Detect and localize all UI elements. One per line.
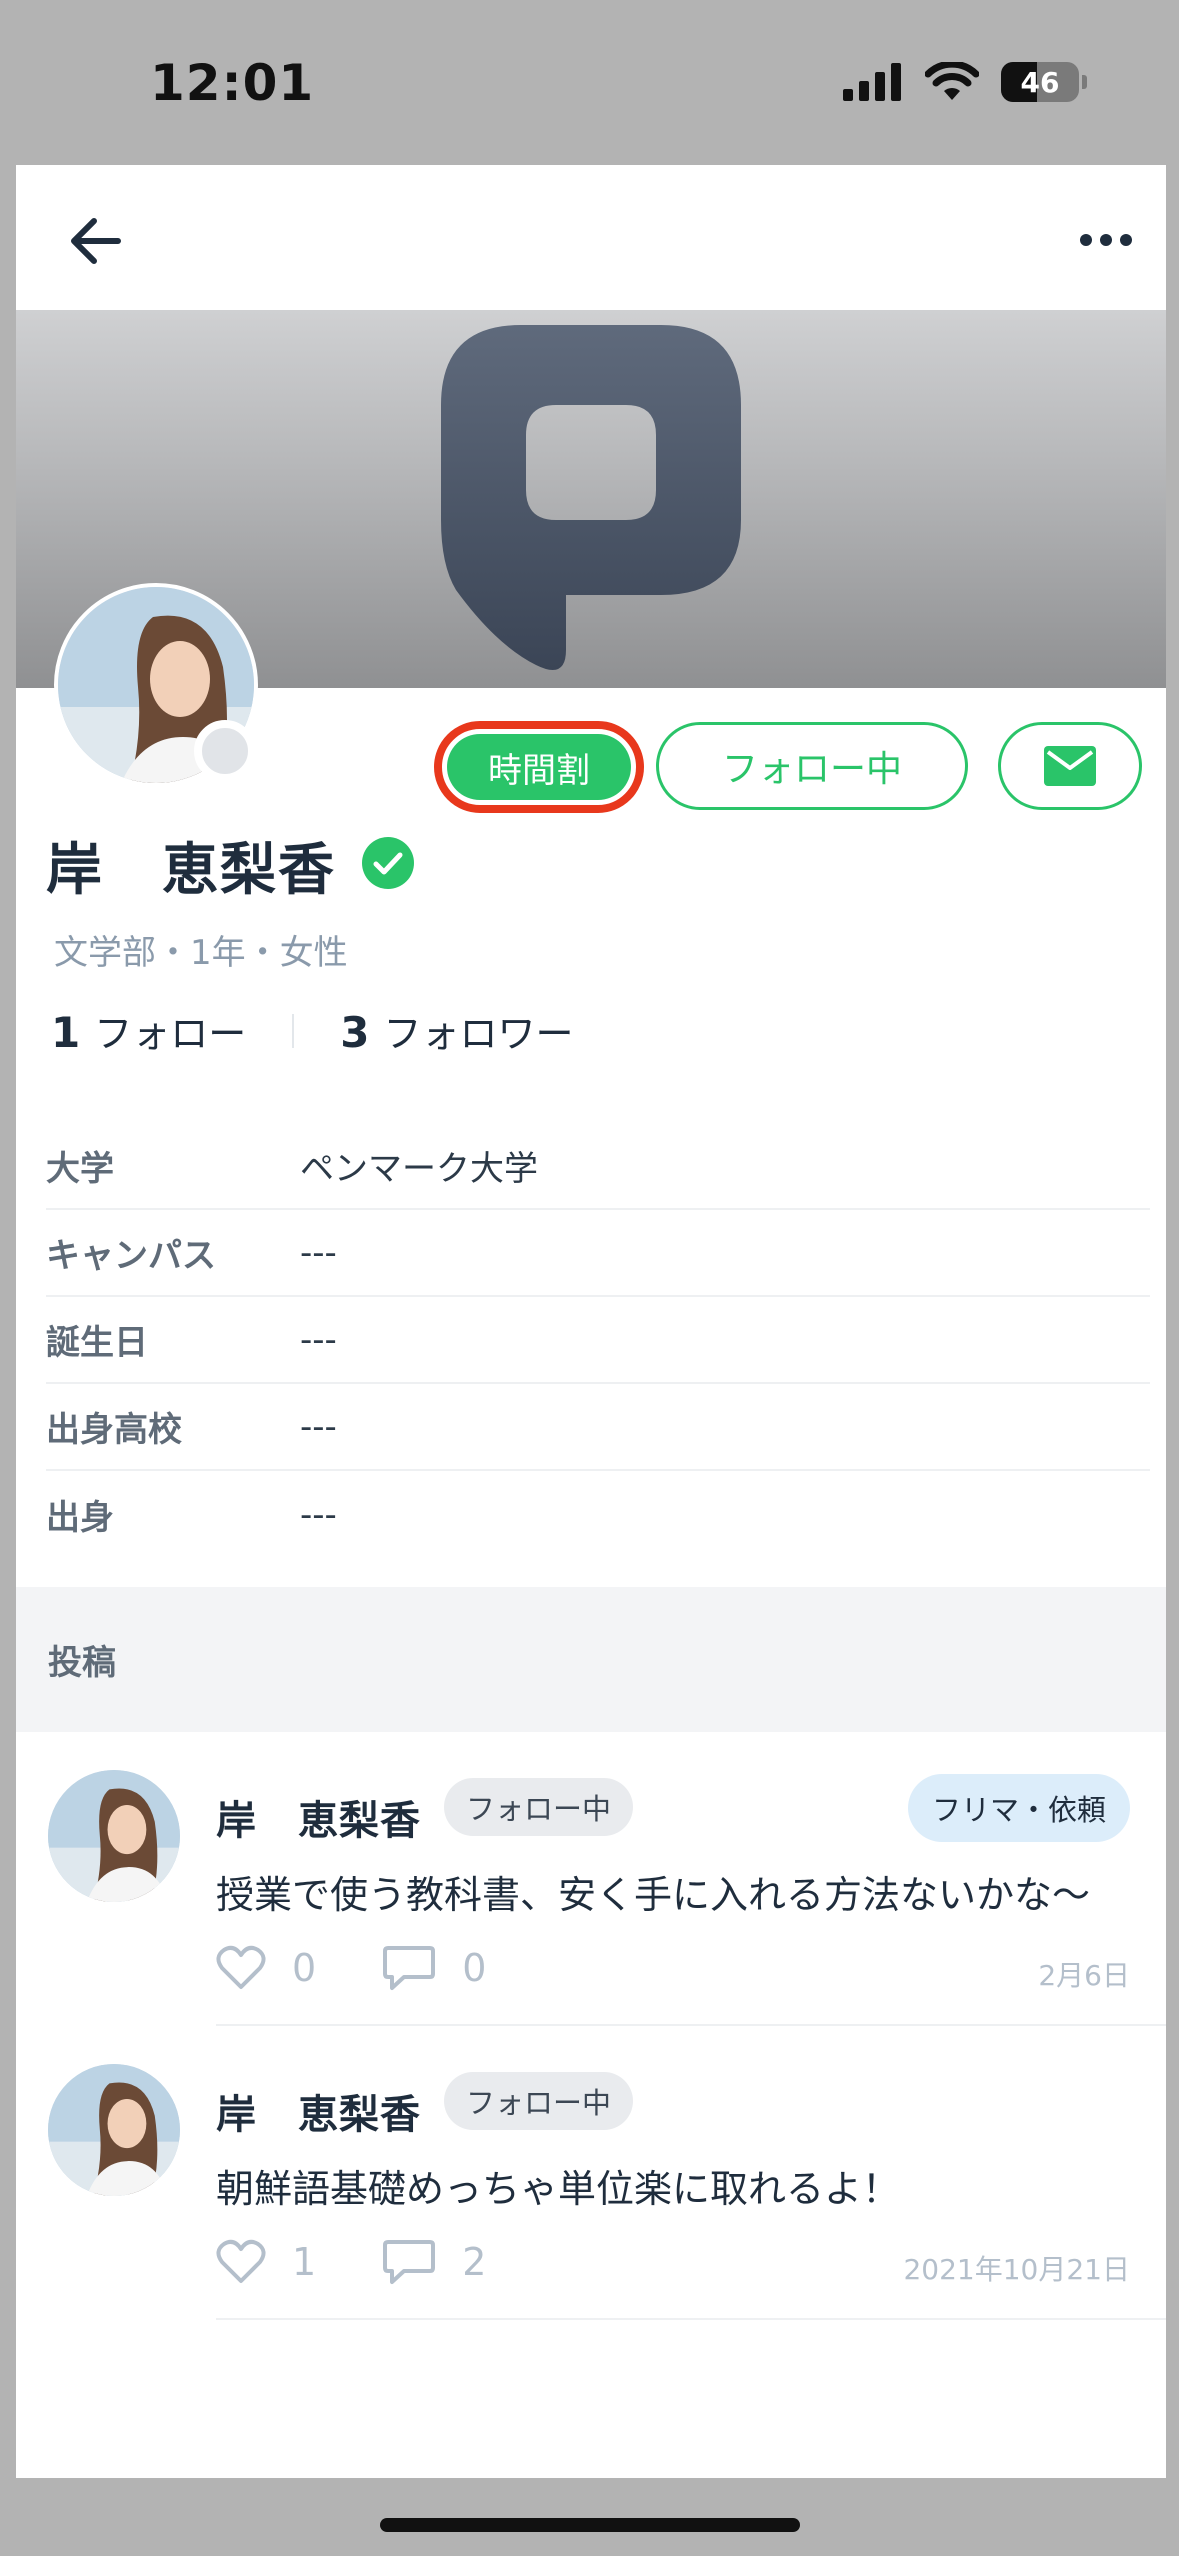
post-author: 岸 恵梨香 (216, 2092, 421, 2138)
info-value: --- (300, 1406, 337, 1447)
status-dot (194, 720, 256, 782)
message-button[interactable] (998, 722, 1142, 810)
app-logo-icon (441, 325, 741, 670)
signal-icon (843, 63, 901, 101)
follower-count: 3 (340, 1008, 370, 1057)
follower-count-link[interactable]: 3 フォロワー (340, 1003, 573, 1058)
post-item[interactable]: 岸 恵梨香 フォロー中 朝鮮語基礎めっちゃ単位楽に取れるよ！ 1 2 2021年… (16, 2026, 1166, 2320)
heart-icon[interactable] (216, 1945, 266, 1991)
info-label: 出身高校 (46, 1410, 182, 1450)
follow-count: 1 (51, 1008, 81, 1057)
info-row-high-school: 出身高校 --- (46, 1384, 1150, 1471)
ellipsis-icon (1080, 234, 1132, 246)
info-row-birthday: 誕生日 --- (46, 1297, 1150, 1384)
follow-stats: 1 フォロー 3 フォロワー (51, 1003, 574, 1058)
post-text: 朝鮮語基礎めっちゃ単位楽に取れるよ！ (216, 2167, 901, 2211)
following-badge: フォロー中 (444, 1778, 634, 1836)
like-count: 1 (292, 2240, 317, 2284)
info-label: キャンパス (46, 1236, 216, 1276)
profile-name: 岸 恵梨香 (46, 838, 336, 903)
battery-icon: 46 (1001, 62, 1087, 102)
profile-card: 時間割 フォロー中 岸 恵梨香 文学部・1年・女性 1 フォロー 3 フォロワー 大… (16, 165, 1166, 2478)
info-row-university: 大学 ペンマーク大学 (46, 1123, 1150, 1210)
post-date: 2月6日 (1038, 1959, 1130, 1992)
post-text: 授業で使う教科書、安く手に入れる方法ないかな〜 (216, 1873, 1091, 1917)
follower-label: フォロワー (383, 1012, 574, 1056)
info-value: --- (300, 1319, 337, 1360)
nav-bar (16, 165, 1166, 310)
back-button[interactable] (66, 213, 126, 269)
status-time: 12:01 (150, 54, 315, 112)
posts-section-title: 投稿 (48, 1643, 116, 1683)
following-button[interactable]: フォロー中 (656, 722, 968, 810)
status-icons: 46 (843, 62, 1087, 102)
info-value: ペンマーク大学 (300, 1149, 538, 1189)
info-label: 出身 (46, 1498, 114, 1538)
arrow-left-icon (71, 218, 121, 264)
wifi-icon (925, 62, 979, 100)
post-actions: 1 2 (216, 2238, 552, 2286)
info-row-campus: キャンパス --- (46, 1210, 1150, 1297)
post-date: 2021年10月21日 (903, 2253, 1130, 2286)
info-row-hometown: 出身 --- (46, 1471, 1150, 1558)
timetable-label: 時間割 (447, 734, 631, 800)
category-tag[interactable]: フリマ・依頼 (907, 1774, 1130, 1842)
more-button[interactable] (1076, 225, 1136, 255)
verified-icon (362, 837, 414, 889)
heart-icon[interactable] (216, 2239, 266, 2285)
status-bar: 12:01 46 (0, 0, 1179, 165)
timetable-button[interactable]: 時間割 (434, 721, 644, 813)
info-value: --- (300, 1494, 337, 1535)
battery-level: 46 (1020, 65, 1060, 99)
post-avatar[interactable] (48, 1770, 180, 1902)
stats-divider (292, 1013, 295, 1048)
like-count: 0 (292, 1946, 317, 1990)
profile-meta: 文学部・1年・女性 (54, 933, 348, 973)
post-author: 岸 恵梨香 (216, 1798, 421, 1844)
avatar-photo (48, 2064, 180, 2196)
avatar-photo (48, 1770, 180, 1902)
info-label: 誕生日 (46, 1323, 148, 1363)
comment-icon[interactable] (382, 2238, 436, 2286)
info-label: 大学 (46, 1149, 114, 1189)
post-actions: 0 0 (216, 1944, 552, 1992)
profile-info-table: 大学 ペンマーク大学 キャンパス --- 誕生日 --- 出身高校 --- 出身… (46, 1123, 1150, 1558)
comment-icon[interactable] (382, 1944, 436, 1992)
info-value: --- (300, 1232, 337, 1273)
posts-section-header: 投稿 (16, 1587, 1166, 1732)
home-indicator[interactable] (380, 2518, 800, 2532)
follow-count-link[interactable]: 1 フォロー (51, 1003, 246, 1058)
comment-count: 0 (462, 1946, 487, 1990)
following-badge: フォロー中 (444, 2072, 634, 2130)
mail-icon (1044, 746, 1096, 786)
post-item[interactable]: 岸 恵梨香 フォロー中 フリマ・依頼 授業で使う教科書、安く手に入れる方法ないか… (16, 1732, 1166, 2026)
follow-label: フォロー (94, 1012, 247, 1056)
divider (216, 2318, 1166, 2320)
comment-count: 2 (462, 2240, 487, 2284)
post-avatar[interactable] (48, 2064, 180, 2196)
